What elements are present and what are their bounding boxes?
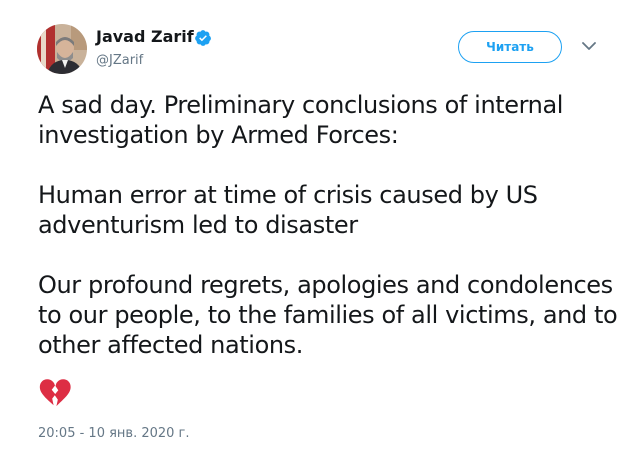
avatar[interactable] [37,24,87,74]
follow-button[interactable]: Читать [458,31,562,63]
profile-photo-icon [37,24,87,74]
tweet-card: Javad Zarif @JZarif Читать A sad day. Pr… [0,0,635,453]
broken-heart-icon [39,379,71,407]
tweet-paragraph: Human error at time of crisis caused by … [38,181,538,239]
verified-badge-icon [195,30,211,46]
display-name[interactable]: Javad Zarif [96,27,194,46]
tweet-paragraph: Our profound regrets, apologies and cond… [38,271,618,359]
tweet-paragraph: A sad day. Preliminary conclusions of in… [38,91,564,149]
tweet-text: A sad day. Preliminary conclusions of in… [38,90,618,390]
chevron-down-icon[interactable] [582,42,596,51]
user-handle[interactable]: @JZarif [96,53,143,68]
tweet-timestamp[interactable]: 20:05 - 10 янв. 2020 г. [38,426,190,441]
